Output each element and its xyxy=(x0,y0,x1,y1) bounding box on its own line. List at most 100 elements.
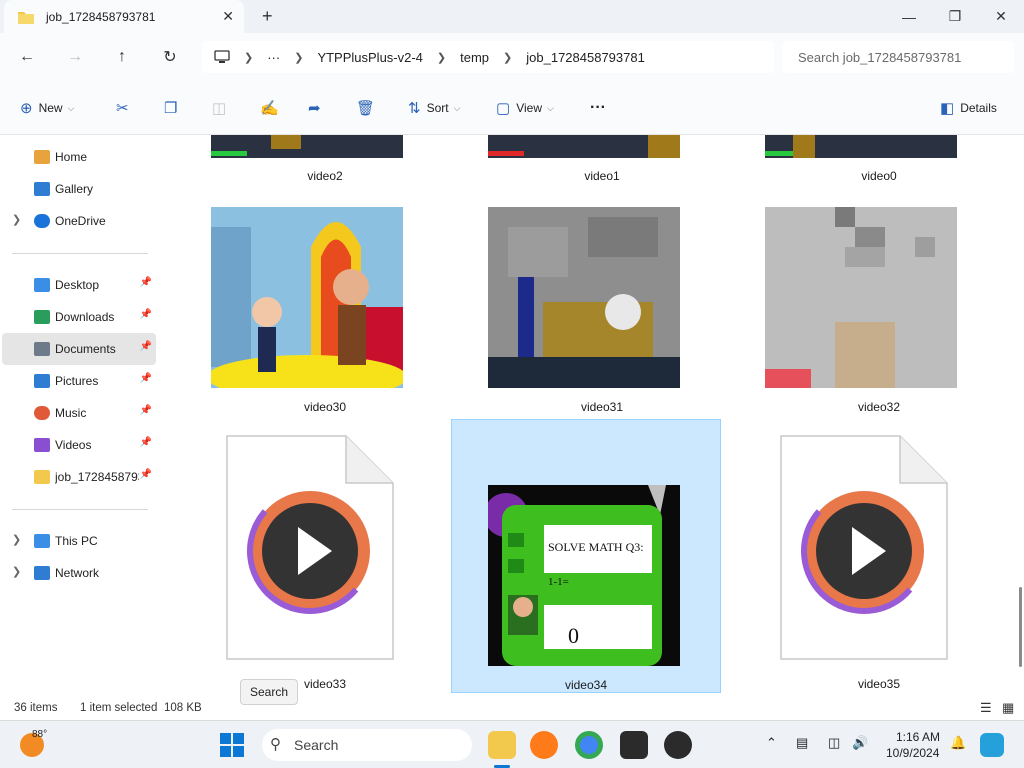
copy-button[interactable]: ❐ xyxy=(164,95,183,121)
sidebar-item-label: Gallery xyxy=(55,182,94,196)
details-button[interactable]: ◧ Details xyxy=(940,95,997,121)
minimize-button[interactable]: — xyxy=(886,0,932,33)
folder-icon xyxy=(18,11,34,24)
more-icon: ··· xyxy=(590,99,606,116)
breadcrumb-separator: ❯ xyxy=(294,51,304,64)
back-button[interactable]: ← xyxy=(15,45,39,69)
file-tile[interactable]: SOLVE MATH Q3: 1-1= 0 video34 xyxy=(451,419,721,693)
close-tab-icon[interactable]: ✕ xyxy=(222,8,234,25)
view-button[interactable]: ▢ View ⌵ xyxy=(496,95,554,121)
this-pc-icon xyxy=(214,50,230,63)
breadcrumb-item[interactable]: temp xyxy=(460,50,489,65)
video-thumbnail xyxy=(765,135,957,158)
sidebar-item-pictures[interactable]: Pictures 📌 xyxy=(2,365,156,397)
chevron-up-icon[interactable]: ⌃ xyxy=(766,735,777,751)
network-status-icon[interactable]: ▤ xyxy=(796,735,808,751)
breadcrumb-more[interactable]: ··· xyxy=(267,50,280,65)
clock-time[interactable]: 1:16 AM xyxy=(896,730,940,744)
file-tile[interactable]: video2 xyxy=(190,135,460,195)
taskbar-search[interactable]: ⚲ Search xyxy=(262,729,472,761)
firefox-icon[interactable] xyxy=(530,731,558,759)
terminal-icon[interactable] xyxy=(620,731,648,759)
file-tile[interactable]: video35 xyxy=(744,419,1014,695)
breadcrumb-item[interactable]: YTPPlusPlus-v2-4 xyxy=(317,50,422,65)
large-icons-view-icon[interactable]: ▦ xyxy=(1002,700,1014,716)
display-icon[interactable]: ◫ xyxy=(828,735,840,751)
explorer-tab[interactable]: job_1728458793781 ✕ xyxy=(4,0,244,33)
up-button[interactable]: ↑ xyxy=(110,45,134,69)
pin-icon: 📌 xyxy=(139,277,152,288)
new-tab-button[interactable]: + xyxy=(262,6,273,27)
file-tile[interactable]: video31 xyxy=(467,203,737,423)
vertical-scrollbar[interactable] xyxy=(1016,135,1024,697)
new-button[interactable]: ⊕ New ⌵ xyxy=(20,95,74,121)
sidebar-item-label: Downloads xyxy=(55,310,115,324)
details-view-icon[interactable]: ☰ xyxy=(980,700,992,716)
item-count: 36 items xyxy=(14,702,58,714)
sidebar-item-home[interactable]: Home xyxy=(2,141,156,173)
copilot-icon[interactable] xyxy=(980,733,1004,757)
volume-icon[interactable]: 🔊 xyxy=(852,735,868,751)
taskbar-search-label: Search xyxy=(294,737,339,753)
sidebar-item-label: This PC xyxy=(55,534,98,548)
breadcrumb-separator: ❯ xyxy=(244,51,254,64)
chevron-right-icon[interactable]: ❯ xyxy=(12,213,21,226)
sidebar-item-label: Videos xyxy=(55,438,92,452)
file-tile[interactable]: video1 xyxy=(467,135,737,195)
sidebar-item-job-folder[interactable]: job_1728458793781 📌 xyxy=(2,461,156,493)
notification-bell-icon[interactable]: 🔔 xyxy=(950,735,966,751)
gallery-icon xyxy=(34,182,50,196)
close-button[interactable]: ✕ xyxy=(978,0,1024,33)
breadcrumb[interactable]: ❯ ··· ❯ YTPPlusPlus-v2-4 ❯ temp ❯ job_17… xyxy=(202,41,774,73)
sidebar-item-desktop[interactable]: Desktop 📌 xyxy=(2,269,156,301)
search-input[interactable]: Search job_1728458793781 xyxy=(782,41,1014,73)
sidebar-item-label: OneDrive xyxy=(55,214,106,228)
file-tile[interactable]: video0 xyxy=(744,135,1014,195)
chevron-right-icon[interactable]: ❯ xyxy=(12,565,21,578)
sidebar-item-videos[interactable]: Videos 📌 xyxy=(2,429,156,461)
sidebar-item-label: Network xyxy=(55,566,100,580)
video-thumbnail xyxy=(211,135,403,158)
trash-icon: 🗑 xyxy=(356,100,376,117)
new-label: New xyxy=(38,101,63,115)
file-tile[interactable]: video32 xyxy=(744,203,1014,423)
tab-title: job_1728458793781 xyxy=(46,9,156,24)
sidebar-item-onedrive[interactable]: ❯ OneDrive xyxy=(2,205,156,237)
paste-button[interactable]: ◫ xyxy=(212,95,232,121)
home-icon xyxy=(34,150,50,164)
sidebar-item-documents[interactable]: Documents 📌 xyxy=(2,333,156,365)
file-tile[interactable]: video33 xyxy=(190,419,460,695)
sidebar-item-network[interactable]: ❯ Network xyxy=(2,557,156,589)
sort-button[interactable]: ⇅ Sort ⌵ xyxy=(408,95,460,121)
share-icon: ➦ xyxy=(308,100,321,117)
clock-date[interactable]: 10/9/2024 xyxy=(886,746,939,760)
start-button[interactable] xyxy=(218,731,246,759)
delete-button[interactable]: 🗑 xyxy=(356,95,381,121)
app-icon[interactable] xyxy=(664,731,692,759)
sidebar-item-downloads[interactable]: Downloads 📌 xyxy=(2,301,156,333)
file-explorer-icon[interactable] xyxy=(488,731,516,759)
chrome-icon[interactable] xyxy=(575,731,603,759)
onedrive-icon xyxy=(34,214,50,228)
thumbnail-text: 1-1= xyxy=(548,576,569,588)
video-thumbnail xyxy=(488,207,680,388)
share-button[interactable]: ➦ xyxy=(308,95,327,121)
scrollbar-thumb[interactable] xyxy=(1019,587,1022,667)
chevron-right-icon[interactable]: ❯ xyxy=(12,533,21,546)
cut-button[interactable]: ✂ xyxy=(116,95,135,121)
music-icon xyxy=(34,406,50,420)
rename-button[interactable]: ✍ xyxy=(260,95,285,121)
sidebar-item-music[interactable]: Music 📌 xyxy=(2,397,156,429)
more-options-button[interactable]: ··· xyxy=(590,95,606,121)
sidebar-item-this-pc[interactable]: ❯ This PC xyxy=(2,525,156,557)
sort-icon: ⇅ xyxy=(408,100,421,117)
file-tile[interactable]: video30 xyxy=(190,203,460,423)
forward-button[interactable]: → xyxy=(63,45,87,69)
chevron-down-icon: ⌵ xyxy=(546,102,554,113)
rename-icon: ✍ xyxy=(260,100,279,117)
restore-button[interactable]: ❐ xyxy=(932,0,978,33)
breadcrumb-item[interactable]: job_1728458793781 xyxy=(526,50,645,65)
refresh-button[interactable]: ↻ xyxy=(158,45,182,69)
sidebar-item-gallery[interactable]: Gallery xyxy=(2,173,156,205)
file-list: video2 video1 video0 video30 video31 vid… xyxy=(160,135,1024,697)
